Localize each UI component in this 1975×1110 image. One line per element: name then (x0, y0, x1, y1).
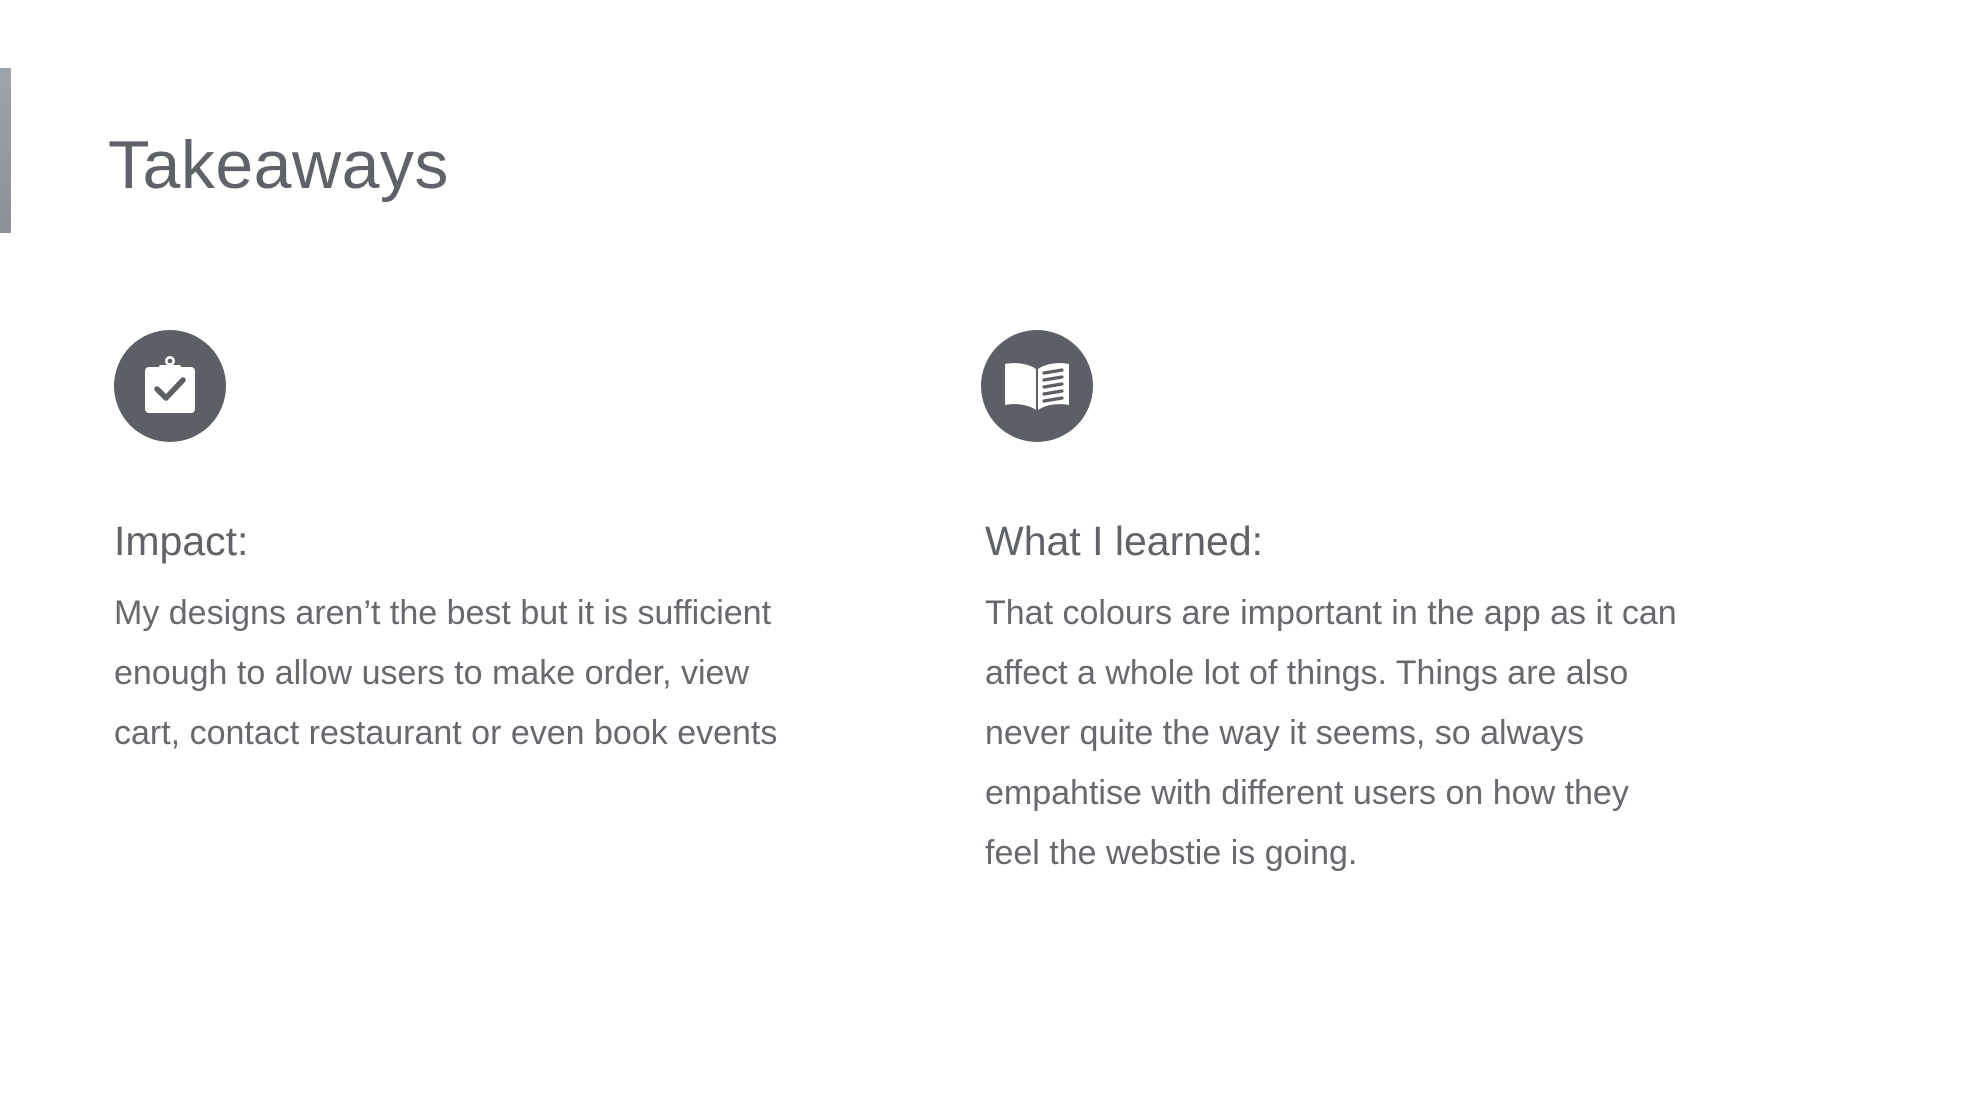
learned-section: What I learned: That colours are importa… (981, 330, 1745, 872)
open-book-icon (981, 330, 1093, 442)
learned-heading: What I learned: (985, 518, 1264, 564)
title-accent-bar (0, 68, 11, 233)
clipboard-check-icon (114, 330, 226, 442)
learned-body: That colours are important in the app as… (985, 594, 1677, 872)
impact-heading: Impact: (114, 518, 249, 564)
impact-body: My designs aren’t the best but it is suf… (114, 594, 778, 752)
page-title: Takeaways (108, 127, 449, 203)
impact-section: Impact: My designs aren’t the best but i… (114, 330, 874, 752)
